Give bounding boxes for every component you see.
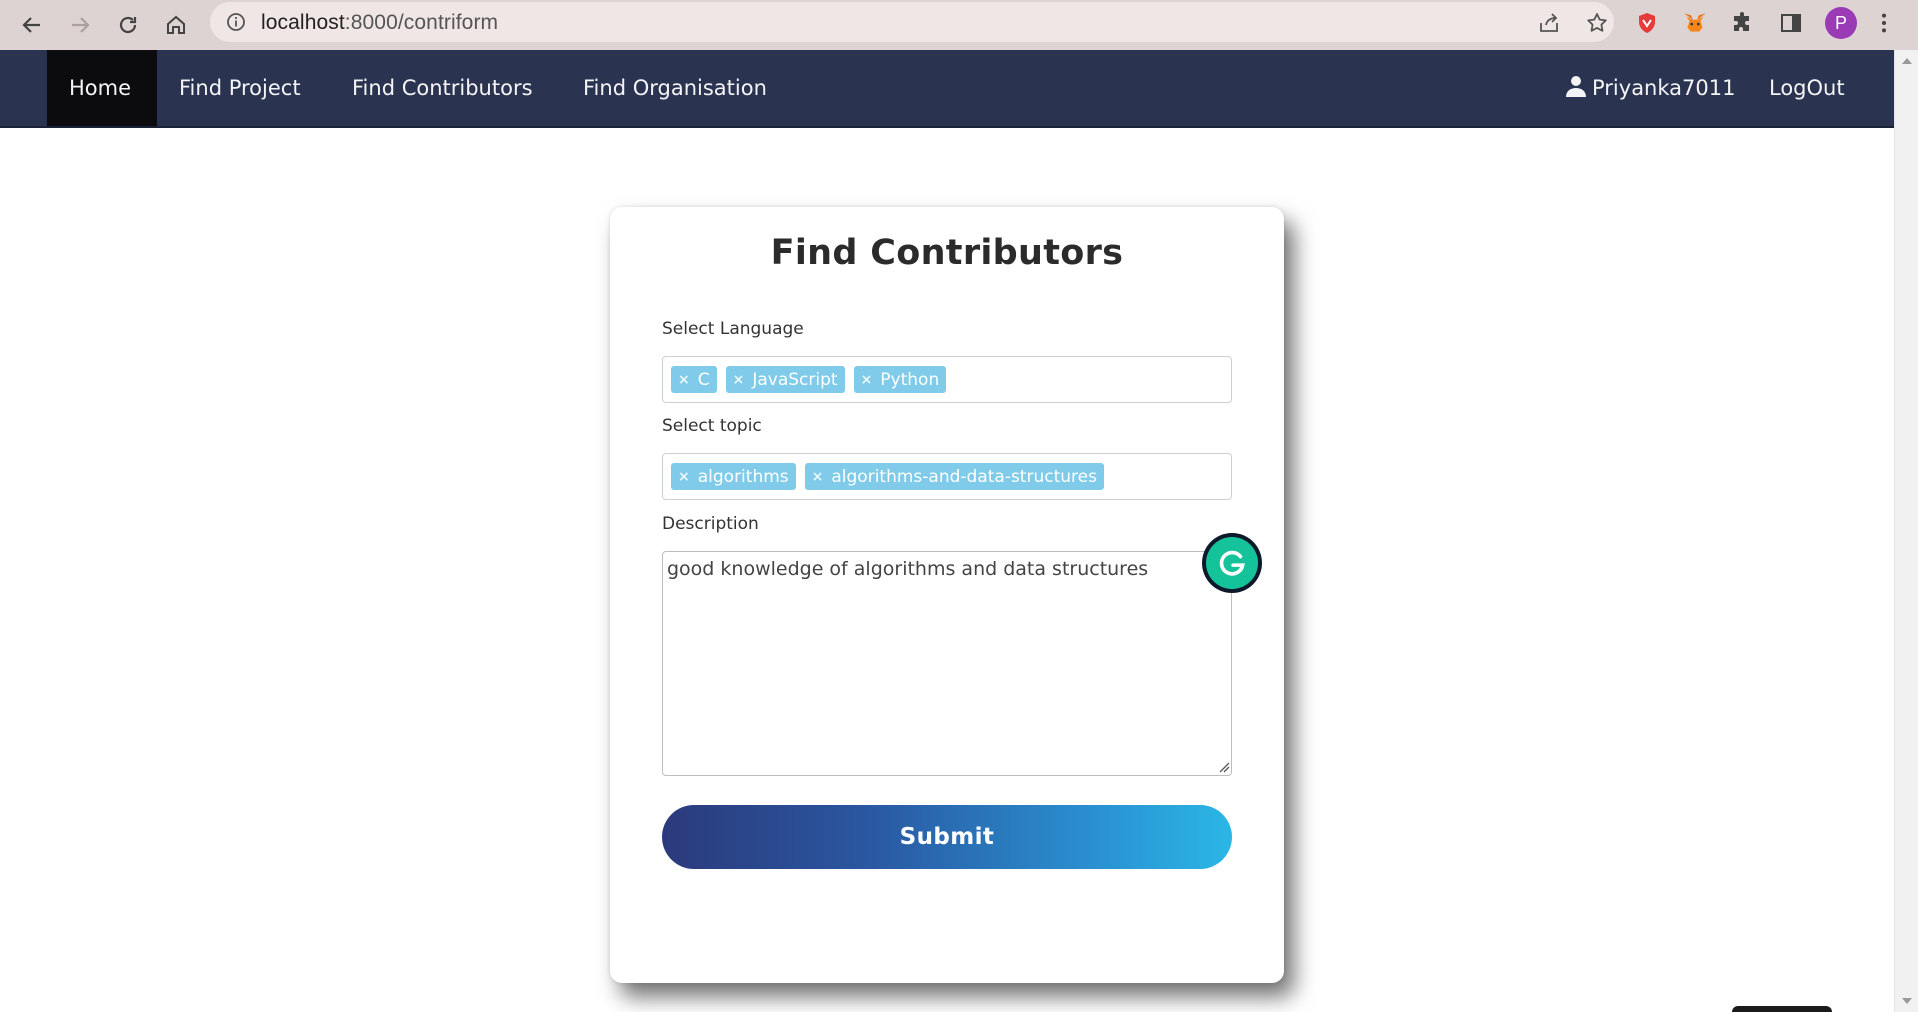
side-panel-icon[interactable] <box>1777 9 1805 37</box>
address-bar[interactable]: localhost:8000/contriform <box>210 2 1614 42</box>
description-label: Description <box>662 514 759 534</box>
user-icon <box>1566 76 1586 97</box>
back-icon[interactable] <box>15 8 49 42</box>
remove-tag-icon[interactable]: × <box>812 469 824 485</box>
remove-tag-icon[interactable]: × <box>678 469 690 485</box>
site-info-icon[interactable] <box>226 12 246 32</box>
menu-dots-icon[interactable] <box>1874 9 1894 37</box>
url-text: localhost:8000/contriform <box>261 11 499 34</box>
topic-label: Select topic <box>662 416 762 436</box>
scroll-up-icon[interactable] <box>1902 58 1912 64</box>
scroll-down-icon[interactable] <box>1902 998 1912 1004</box>
corner-badge <box>1732 1006 1832 1012</box>
remove-tag-icon[interactable]: × <box>861 372 873 388</box>
home-icon[interactable] <box>159 8 193 42</box>
nav-logout[interactable]: LogOut <box>1747 50 1867 126</box>
topic-select[interactable]: × algorithms × algorithms-and-data-structu… <box>662 453 1232 500</box>
resize-handle-icon[interactable] <box>1218 761 1230 773</box>
description-textarea[interactable]: good knowledge of algorithms and data st… <box>662 551 1232 776</box>
tag-topic-algorithms: × algorithms <box>671 463 796 490</box>
find-contributors-card: Find Contributors Select Language × C × Ja… <box>610 207 1284 983</box>
page-scrollbar[interactable] <box>1894 50 1918 1012</box>
nav-home[interactable]: Home <box>47 50 157 126</box>
nav-find-project[interactable]: Find Project <box>157 50 323 126</box>
nav-find-organisation[interactable]: Find Organisation <box>561 50 789 126</box>
share-icon[interactable] <box>1537 11 1561 35</box>
extensions-puzzle-icon[interactable] <box>1729 9 1757 37</box>
language-select[interactable]: × C × JavaScript × Python <box>662 356 1232 403</box>
tag-topic-algorithms-and-data-structures: × algorithms-and-data-structures <box>804 463 1104 490</box>
grammarly-icon[interactable] <box>1202 533 1262 593</box>
browser-toolbar: localhost:8000/contriform P <box>0 0 1918 50</box>
extension-shield-icon[interactable] <box>1633 9 1661 37</box>
username-label: Priyanka7011 <box>1592 76 1736 100</box>
page-title: Find Contributors <box>770 233 1124 273</box>
language-label: Select Language <box>662 319 804 339</box>
tag-language-c: × C <box>671 366 717 393</box>
profile-avatar[interactable]: P <box>1825 7 1857 39</box>
remove-tag-icon[interactable]: × <box>678 372 690 388</box>
bookmark-star-icon[interactable] <box>1585 11 1609 35</box>
tag-language-python: × Python <box>853 366 947 393</box>
nav-user-profile[interactable]: Priyanka7011 <box>1544 50 1757 126</box>
tag-language-javascript: × JavaScript <box>725 366 845 393</box>
reload-icon[interactable] <box>111 8 145 42</box>
metamask-fox-icon[interactable] <box>1681 9 1709 37</box>
nav-find-contributors[interactable]: Find Contributors <box>330 50 555 126</box>
remove-tag-icon[interactable]: × <box>733 372 745 388</box>
site-navbar: Home Find Project Find Contributors Find… <box>0 50 1894 128</box>
submit-button[interactable]: Submit <box>662 805 1232 869</box>
forward-icon[interactable] <box>63 8 97 42</box>
